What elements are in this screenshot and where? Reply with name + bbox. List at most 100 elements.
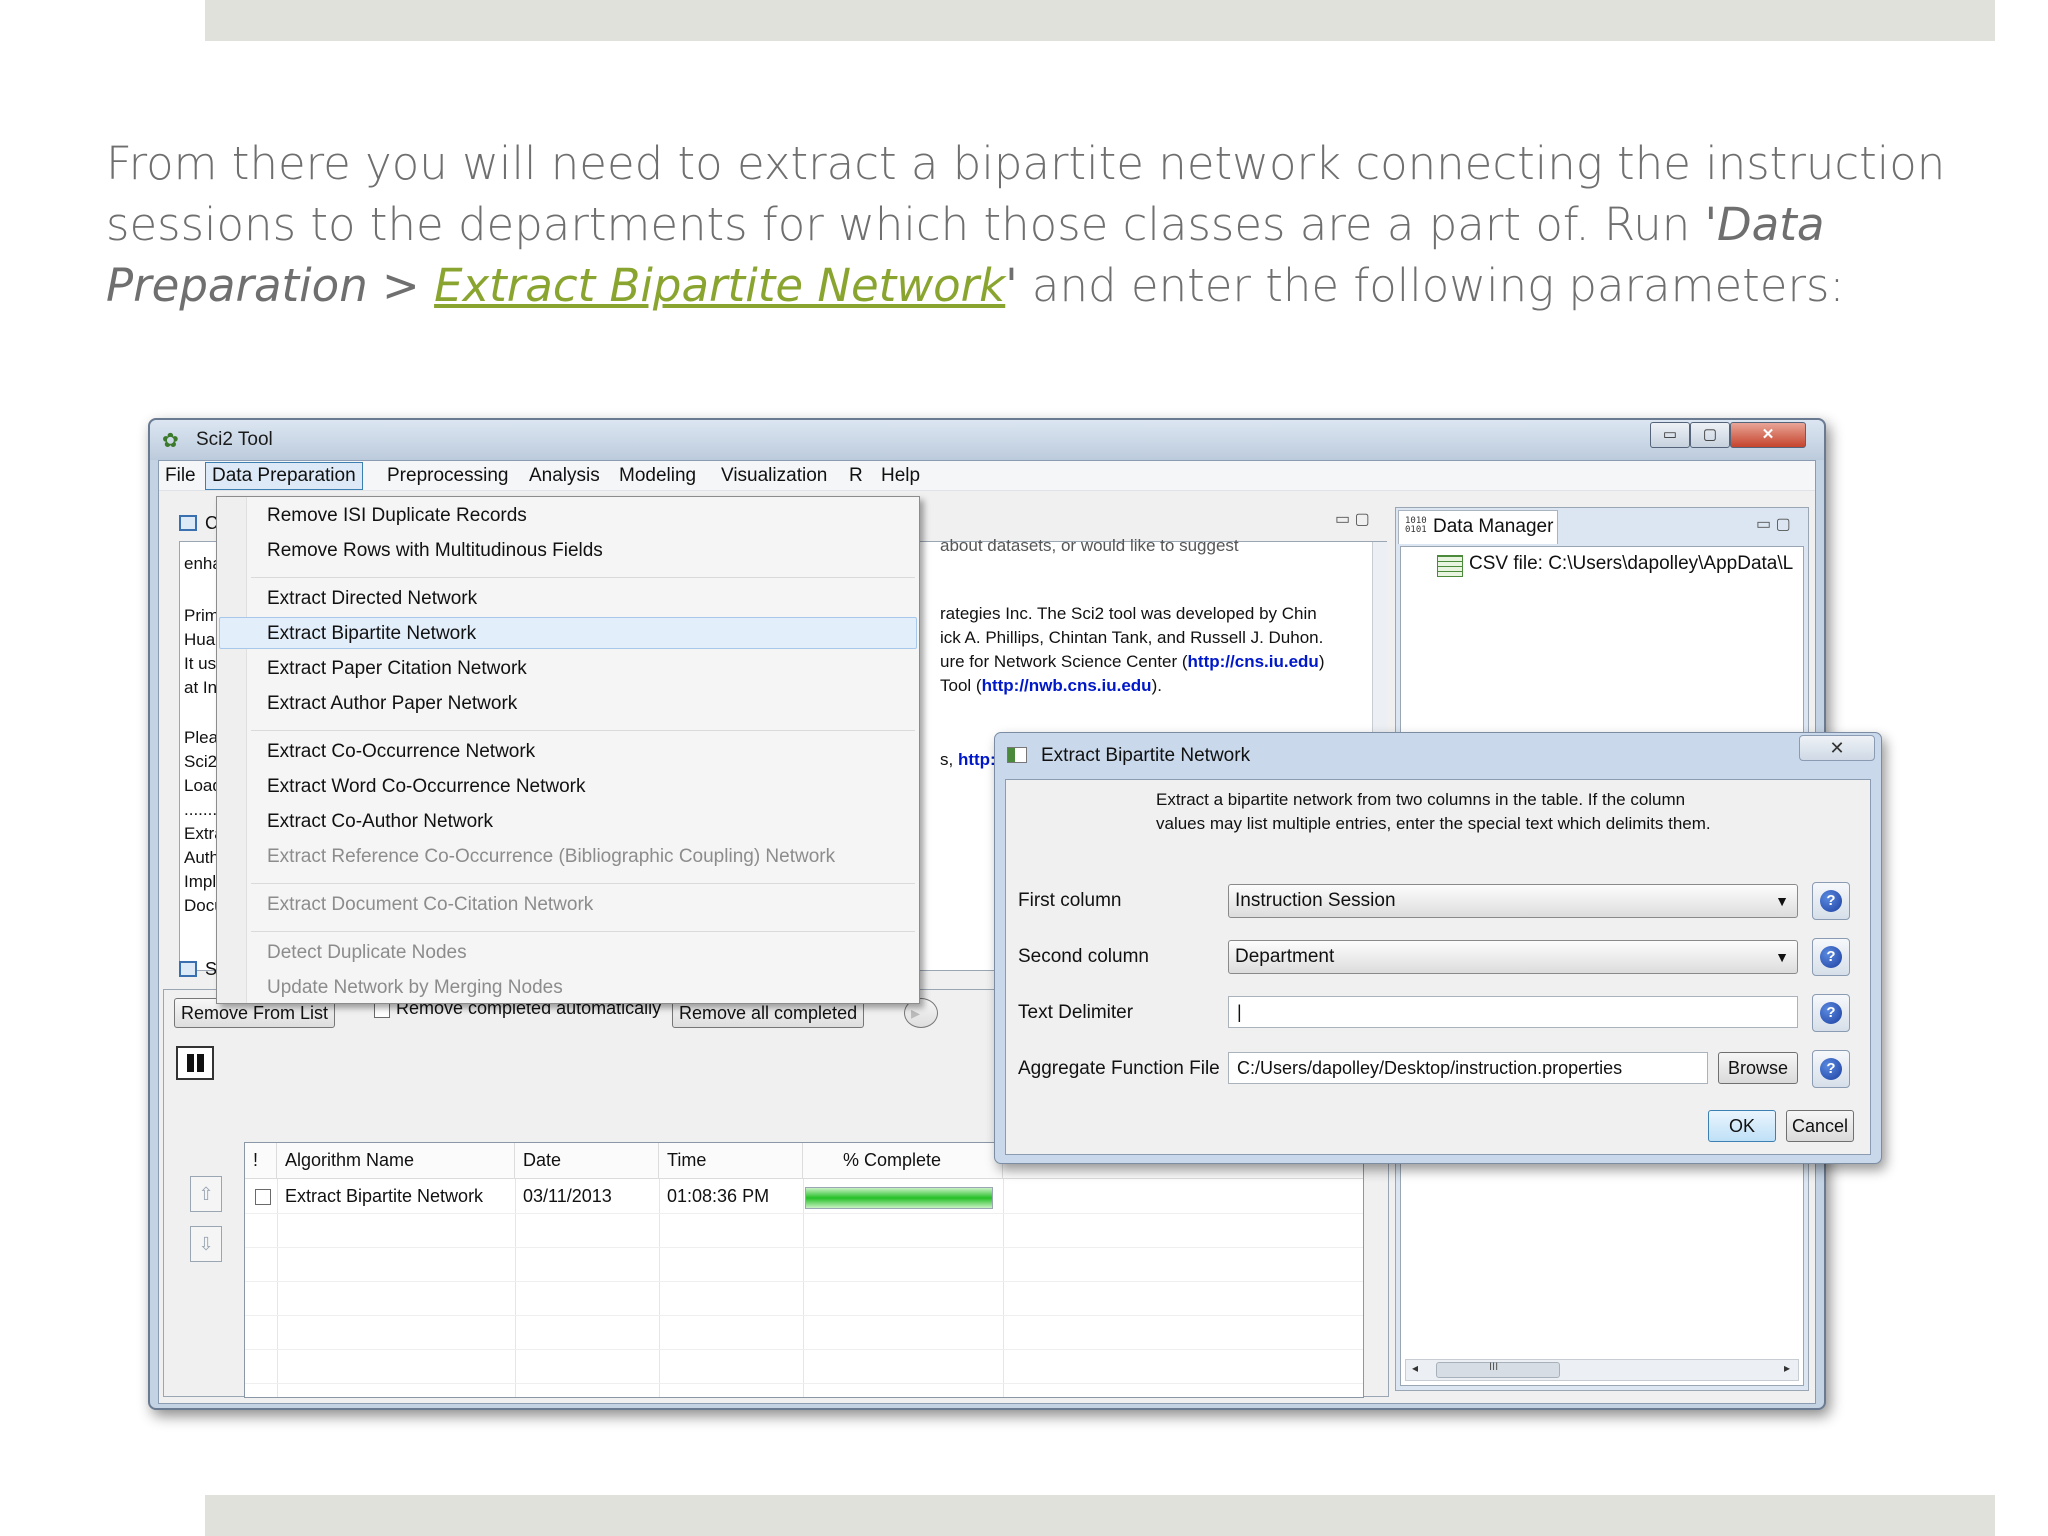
menu-item-extract-directed-network[interactable]: Extract Directed Network xyxy=(267,588,477,610)
menu-help[interactable]: Help xyxy=(881,465,920,487)
menu-item-remove-rows-multitudinous[interactable]: Remove Rows with Multitudinous Fields xyxy=(267,540,603,562)
row-divider xyxy=(245,1213,1363,1214)
scroll-right-icon[interactable]: ▸ xyxy=(1784,1361,1790,1375)
slide-text-line-2-b: 'Data xyxy=(1704,198,1825,251)
console-text: ). xyxy=(1151,676,1162,695)
maximize-button[interactable]: ▢ xyxy=(1690,422,1730,448)
row-progress-bar xyxy=(805,1187,993,1209)
row-date: 03/11/2013 xyxy=(523,1186,612,1206)
dialog-body: Extract a bipartite network from two col… xyxy=(1005,779,1871,1155)
row-divider xyxy=(245,1383,1363,1384)
menu-modeling[interactable]: Modeling xyxy=(619,465,696,487)
slide-text-line-3: Preparation > Extract Bipartite Network'… xyxy=(106,255,1966,316)
console-line: ick A. Phillips, Chintan Tank, and Russe… xyxy=(940,628,1324,647)
move-up-icon[interactable]: ⇧ xyxy=(190,1176,222,1212)
help-icon: ? xyxy=(1820,1002,1842,1024)
menu-item-extract-document-co-citation: Extract Document Co-Citation Network xyxy=(267,894,594,915)
data-manager-panel-controls[interactable]: ▭ ▢ xyxy=(1756,514,1791,534)
menu-item-remove-isi-duplicates[interactable]: Remove ISI Duplicate Records xyxy=(267,505,527,527)
row-checkbox[interactable] xyxy=(255,1189,271,1205)
dialog-title: Extract Bipartite Network xyxy=(1041,745,1251,766)
column-header-algorithm[interactable]: Algorithm Name xyxy=(277,1143,515,1179)
column-header-date[interactable]: Date xyxy=(515,1143,659,1179)
data-manager-tab[interactable]: 1010 0101 Data Manager xyxy=(1398,510,1558,544)
remove-auto-checkbox[interactable] xyxy=(374,1002,390,1018)
second-column-select[interactable]: Department ▼ xyxy=(1228,940,1798,974)
cancel-button[interactable]: Cancel xyxy=(1786,1110,1854,1142)
slide-text-line-1: From there you will need to extract a bi… xyxy=(106,137,1946,190)
menu-visualization[interactable]: Visualization xyxy=(721,465,827,487)
menu-item-extract-co-occurrence-network[interactable]: Extract Co-Occurrence Network xyxy=(267,741,535,763)
menu-item-extract-co-author-network[interactable]: Extract Co-Author Network xyxy=(267,811,493,833)
row-divider xyxy=(245,1315,1363,1316)
scroll-grip-icon: III xyxy=(1489,1361,1499,1373)
window-title: Sci2 Tool xyxy=(196,429,273,450)
first-column-select[interactable]: Instruction Session ▼ xyxy=(1228,884,1798,918)
console-line: ure for Network Science Center (http://c… xyxy=(940,652,1325,672)
aggregate-function-label: Aggregate Function File xyxy=(1018,1058,1220,1079)
column-header-flag[interactable]: ! xyxy=(245,1143,277,1179)
dialog-close-button[interactable]: ✕ xyxy=(1799,735,1875,761)
aggregate-function-help-button[interactable]: ? xyxy=(1812,1050,1850,1088)
menu-item-extract-word-co-occurrence-network[interactable]: Extract Word Co-Occurrence Network xyxy=(267,776,586,798)
menu-r[interactable]: R xyxy=(849,465,863,487)
first-column-value: Instruction Session xyxy=(1235,890,1396,911)
row-time: 01:08:36 PM xyxy=(667,1186,770,1206)
extract-bipartite-network-link[interactable]: Extract Bipartite Network xyxy=(434,259,1005,312)
column-header-time[interactable]: Time xyxy=(659,1143,803,1179)
chevron-down-icon: ▼ xyxy=(1775,949,1789,965)
text-delimiter-input[interactable]: | xyxy=(1228,996,1798,1028)
data-manager-tab-label: Data Manager xyxy=(1433,516,1554,537)
menu-item-detect-duplicate-nodes: Detect Duplicate Nodes xyxy=(267,942,467,963)
menu-file[interactable]: File xyxy=(165,465,196,487)
menu-item-update-network-merging: Update Network by Merging Nodes xyxy=(267,977,563,998)
first-column-label: First column xyxy=(1018,890,1122,911)
console-line: Hua xyxy=(184,630,216,649)
scheduler-icon xyxy=(179,961,197,977)
aggregate-function-input[interactable]: C:/Users/dapolley/Desktop/instruction.pr… xyxy=(1228,1052,1708,1084)
menu-data-preparation[interactable]: Data Preparation xyxy=(205,462,363,490)
menu-separator xyxy=(251,883,915,884)
sci2-app-icon: ✿ xyxy=(162,430,179,452)
slide-text-line-3-a: Preparation > xyxy=(106,259,435,312)
column-divider xyxy=(1003,1179,1004,1397)
pause-icon[interactable] xyxy=(176,1046,214,1080)
data-manager-hscrollbar[interactable]: ◂ III ▸ xyxy=(1405,1359,1799,1381)
second-column-help-button[interactable]: ? xyxy=(1812,938,1850,976)
console-panel-controls[interactable]: ▭ ▢ xyxy=(1335,509,1370,529)
cns-link[interactable]: http://cns.iu.edu xyxy=(1188,652,1319,671)
scheduler-table: ! Algorithm Name Date Time % Complete Ex… xyxy=(244,1142,1364,1398)
ok-button[interactable]: OK xyxy=(1708,1110,1776,1142)
menu-item-extract-author-paper-network[interactable]: Extract Author Paper Network xyxy=(267,693,517,715)
slide-text-line-3-quote: ' xyxy=(1005,259,1018,312)
menu-item-extract-bipartite-network[interactable]: Extract Bipartite Network xyxy=(267,623,476,645)
extract-bipartite-dialog: Extract Bipartite Network ✕ Extract a bi… xyxy=(994,732,1882,1164)
menu-separator xyxy=(251,931,915,932)
move-down-icon[interactable]: ⇩ xyxy=(190,1226,222,1262)
slide-text-line-3-c: and enter the following parameters: xyxy=(1017,259,1845,312)
menu-item-extract-paper-citation-network[interactable]: Extract Paper Citation Network xyxy=(267,658,527,680)
browse-button[interactable]: Browse xyxy=(1718,1052,1798,1084)
console-line: rategies Inc. The Sci2 tool was develope… xyxy=(940,604,1317,623)
window-titlebar[interactable]: ✿ Sci2 Tool ▭ ▢ ✕ xyxy=(150,420,1824,460)
menubar: File Data Preparation Preprocessing Anal… xyxy=(159,461,1815,491)
scroll-thumb[interactable]: III xyxy=(1436,1361,1560,1378)
row-algorithm-name: Extract Bipartite Network xyxy=(285,1186,484,1206)
csv-file-item[interactable]: CSV file: C:\Users\dapolley\AppData\L xyxy=(1469,553,1793,575)
csv-table-icon xyxy=(1437,555,1463,577)
close-button[interactable]: ✕ xyxy=(1730,422,1806,448)
minimize-button[interactable]: ▭ xyxy=(1650,422,1690,448)
menu-preprocessing[interactable]: Preprocessing xyxy=(387,465,508,487)
first-column-help-button[interactable]: ? xyxy=(1812,882,1850,920)
menu-analysis[interactable]: Analysis xyxy=(529,465,600,487)
help-icon: ? xyxy=(1820,946,1842,968)
console-line: Tool (http://nwb.cns.iu.edu). xyxy=(940,676,1162,696)
text-delimiter-help-button[interactable]: ? xyxy=(1812,994,1850,1032)
nwb-link[interactable]: http://nwb.cns.iu.edu xyxy=(982,676,1152,695)
scroll-left-icon[interactable]: ◂ xyxy=(1412,1361,1418,1375)
console-line: Auth xyxy=(184,848,219,867)
console-line: about datasets, or would like to suggest xyxy=(940,536,1239,555)
column-header-complete[interactable]: % Complete xyxy=(803,1143,1003,1179)
slide-text-line-2-a: sessions to the departments for which th… xyxy=(106,198,1705,251)
dialog-app-icon xyxy=(1007,747,1027,763)
